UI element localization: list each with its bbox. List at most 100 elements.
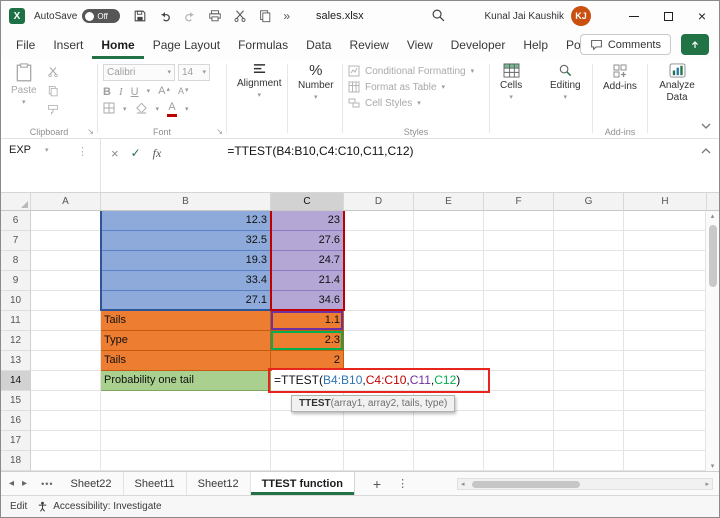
- cell-C7[interactable]: 27.6: [271, 231, 344, 251]
- cell[interactable]: [414, 231, 484, 251]
- number-format-button[interactable]: % Number ▾: [293, 62, 339, 102]
- insert-function-icon[interactable]: fx: [153, 146, 162, 161]
- cell[interactable]: [484, 411, 554, 431]
- cell[interactable]: [624, 451, 707, 471]
- row-header-14[interactable]: 14: [1, 371, 31, 391]
- tab-help[interactable]: Help: [514, 32, 557, 59]
- cut-icon[interactable]: [47, 66, 59, 81]
- excel-app-icon[interactable]: X: [9, 8, 25, 24]
- editing-button[interactable]: Editing ▾: [545, 62, 586, 102]
- cell-B14[interactable]: Probability one tail: [101, 371, 271, 391]
- cell-C10[interactable]: 34.6: [271, 291, 344, 311]
- redo-icon[interactable]: [183, 9, 197, 23]
- cell[interactable]: [484, 251, 554, 271]
- tab-formulas[interactable]: Formulas: [229, 32, 297, 59]
- tab-view[interactable]: View: [398, 32, 442, 59]
- italic-button[interactable]: I: [119, 86, 123, 98]
- tab-developer[interactable]: Developer: [442, 32, 515, 59]
- cell[interactable]: [414, 271, 484, 291]
- cell[interactable]: [31, 291, 101, 311]
- cell-C12[interactable]: 2.3: [271, 331, 344, 351]
- cell[interactable]: [484, 451, 554, 471]
- column-header-B[interactable]: B: [101, 193, 271, 211]
- cell[interactable]: [344, 331, 414, 351]
- row-header-17[interactable]: 17: [1, 431, 31, 451]
- cell-styles-button[interactable]: Cell Styles ▾: [348, 97, 474, 109]
- copy-icon[interactable]: [47, 85, 59, 100]
- increase-font-button[interactable]: A ▴: [158, 86, 170, 97]
- more-sheets-icon[interactable]: •••: [35, 472, 59, 495]
- underline-button[interactable]: U: [131, 86, 139, 98]
- cell[interactable]: [31, 251, 101, 271]
- cell[interactable]: [624, 211, 707, 231]
- chevron-down-icon[interactable]: ▾: [147, 88, 151, 95]
- cell-edit-formula[interactable]: =TTEST(B4:B10,C4:C10,C11,C12): [272, 370, 465, 390]
- cell[interactable]: [31, 231, 101, 251]
- cell[interactable]: [484, 391, 554, 411]
- cell[interactable]: [31, 311, 101, 331]
- cell[interactable]: [554, 271, 624, 291]
- formula-input[interactable]: =TTEST(B4:B10,C4:C10,C11,C12): [171, 139, 413, 192]
- borders-button[interactable]: [103, 102, 115, 117]
- cell[interactable]: [31, 391, 101, 411]
- cell[interactable]: [344, 231, 414, 251]
- cell[interactable]: [624, 291, 707, 311]
- chevron-down-icon[interactable]: ▾: [185, 106, 189, 113]
- cell[interactable]: [554, 251, 624, 271]
- cell[interactable]: [554, 451, 624, 471]
- cell[interactable]: [31, 351, 101, 371]
- cell[interactable]: [414, 331, 484, 351]
- cell[interactable]: [554, 431, 624, 451]
- sheet-tab-sheet12[interactable]: Sheet12: [187, 472, 251, 495]
- cell[interactable]: [414, 351, 484, 371]
- font-color-button[interactable]: A: [167, 102, 178, 117]
- name-box[interactable]: EXP ▾: [7, 142, 65, 158]
- row-header-9[interactable]: 9: [1, 271, 31, 291]
- formula-bar-handle-icon[interactable]: ⋮: [77, 142, 88, 158]
- share-button[interactable]: [681, 34, 709, 55]
- close-button[interactable]: ×: [685, 1, 719, 31]
- scroll-down-icon[interactable]: ▾: [711, 462, 715, 470]
- sheet-nav-left-icon[interactable]: ◂: [9, 478, 14, 489]
- cell[interactable]: [344, 411, 414, 431]
- cell-B12[interactable]: Type: [101, 331, 271, 351]
- column-header-G[interactable]: G: [554, 193, 624, 211]
- cell[interactable]: [31, 271, 101, 291]
- cell[interactable]: [344, 431, 414, 451]
- cell[interactable]: [344, 291, 414, 311]
- cell-B9[interactable]: 33.4: [101, 271, 271, 291]
- format-painter-icon[interactable]: [47, 104, 59, 119]
- cell[interactable]: [624, 331, 707, 351]
- row-header-8[interactable]: 8: [1, 251, 31, 271]
- cell-B10[interactable]: 27.1: [101, 291, 271, 311]
- row-header-11[interactable]: 11: [1, 311, 31, 331]
- cell[interactable]: [271, 451, 344, 471]
- cut-icon[interactable]: [233, 9, 247, 23]
- scroll-up-icon[interactable]: ▴: [711, 212, 715, 220]
- sheet-nav-right-icon[interactable]: ▸: [22, 478, 27, 489]
- tab-file[interactable]: File: [7, 32, 44, 59]
- cell[interactable]: [624, 371, 707, 391]
- cell[interactable]: [344, 271, 414, 291]
- cell[interactable]: [624, 431, 707, 451]
- cell[interactable]: [624, 271, 707, 291]
- cell[interactable]: [484, 351, 554, 371]
- cell[interactable]: [414, 451, 484, 471]
- row-header-13[interactable]: 13: [1, 351, 31, 371]
- horizontal-scroll-thumb[interactable]: [472, 481, 580, 488]
- row-header-6[interactable]: 6: [1, 211, 31, 231]
- cell[interactable]: [484, 211, 554, 231]
- cell[interactable]: [31, 451, 101, 471]
- maximize-button[interactable]: [651, 1, 685, 31]
- cell-C11[interactable]: 1.1: [271, 311, 344, 331]
- cancel-entry-icon[interactable]: ×: [111, 146, 119, 161]
- document-title[interactable]: sales.xlsx: [316, 1, 364, 31]
- select-all-corner[interactable]: [1, 193, 31, 211]
- row-header-15[interactable]: 15: [1, 391, 31, 411]
- cell-C9[interactable]: 21.4: [271, 271, 344, 291]
- avatar[interactable]: KJ: [571, 6, 591, 26]
- cell[interactable]: [344, 211, 414, 231]
- cell[interactable]: [554, 291, 624, 311]
- cell[interactable]: [414, 251, 484, 271]
- print-icon[interactable]: [208, 9, 222, 23]
